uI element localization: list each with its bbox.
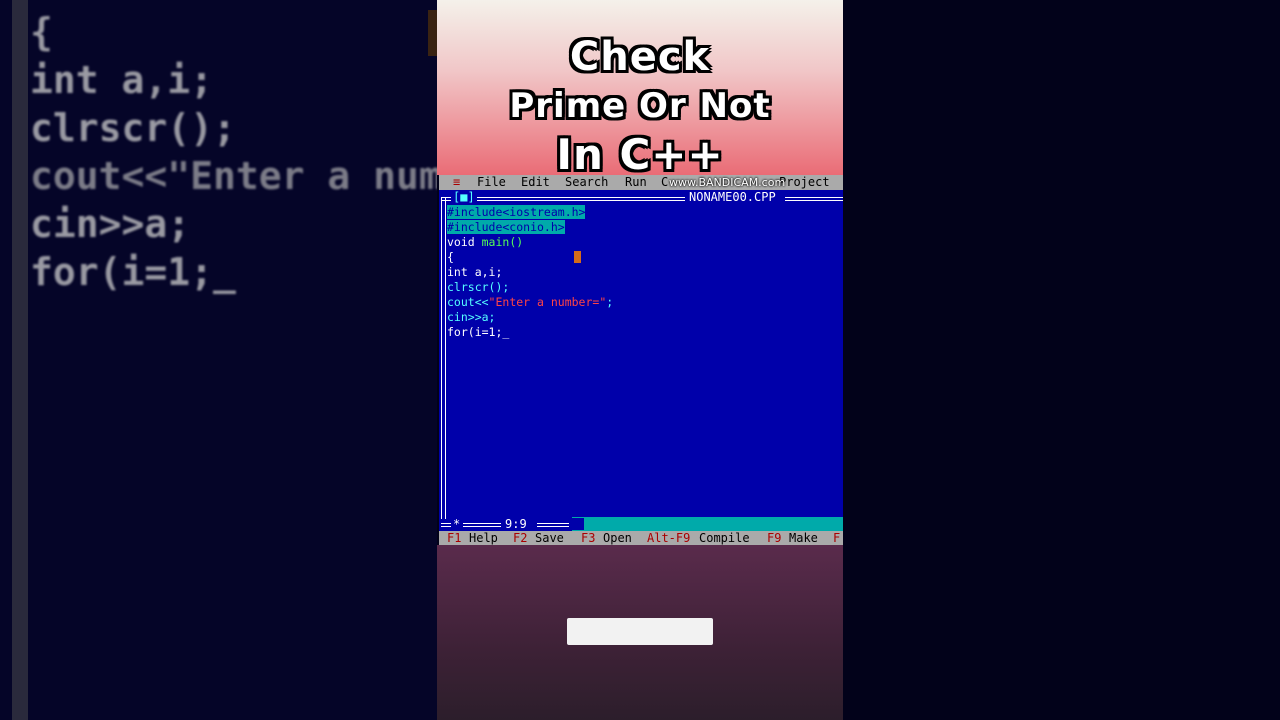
code-token: for(i=1;	[447, 325, 503, 339]
fkey-alt-f9[interactable]: Alt-F9	[647, 531, 690, 545]
fkey-f2[interactable]: F2	[513, 531, 527, 545]
close-box-icon[interactable]: [■]	[453, 190, 475, 205]
code-token: main()	[481, 235, 524, 249]
fkey-help[interactable]: Help	[469, 531, 498, 545]
code-token: cout<<	[447, 295, 489, 309]
fkey-compile[interactable]: Compile	[699, 531, 750, 545]
code-line[interactable]: cin>>a;	[447, 310, 837, 325]
backdrop-code-line: {	[30, 10, 53, 54]
menu-search[interactable]: Search	[565, 175, 608, 190]
code-token: #include<iostream.h>	[447, 205, 586, 219]
code-editor[interactable]: #include<iostream.h> #include<conio.h> voi…	[447, 205, 837, 340]
video-frame: Check Prime Or Not In C++ ≡ File Edit Se…	[437, 0, 843, 720]
code-token: {	[447, 250, 454, 264]
menu-run[interactable]: Run	[625, 175, 647, 190]
modified-star: *	[453, 517, 461, 531]
horizontal-scrollbar[interactable]	[572, 517, 843, 531]
code-line[interactable]: {	[447, 250, 837, 265]
title-border	[477, 197, 685, 201]
code-line[interactable]: cout<<"Enter a number=";	[447, 295, 837, 310]
code-token: int a,i;	[447, 265, 503, 279]
menu-project[interactable]: Project	[779, 175, 830, 190]
backdrop-code-line: clrscr();	[30, 106, 236, 150]
blurred-backdrop: { int a,i; clrscr(); cout<<"Enter a num …	[0, 0, 437, 720]
system-menu-icon[interactable]: ≡	[453, 175, 460, 190]
backdrop-code-line: int a,i;	[30, 58, 214, 102]
editor-left-border	[441, 197, 446, 519]
code-line[interactable]: int a,i;	[447, 265, 837, 280]
headline-line-3: In C++	[556, 130, 724, 179]
code-line[interactable]: clrscr();	[447, 280, 837, 295]
fkey-f9[interactable]: F9	[767, 531, 781, 545]
backdrop-accent	[428, 10, 437, 56]
code-token: _	[502, 325, 510, 339]
fkey-more[interactable]: F	[833, 531, 840, 545]
editor-title-bar: [■] NONAME00.CPP	[439, 190, 843, 205]
backdrop-code-line: for(i=1;_	[30, 250, 236, 294]
fkey-f3[interactable]: F3	[581, 531, 595, 545]
mouse-cursor-block	[574, 251, 581, 263]
backdrop-stripe	[12, 0, 28, 720]
code-token: clrscr();	[447, 280, 510, 294]
headline-line-1: Check	[569, 34, 711, 80]
menu-edit[interactable]: Edit	[521, 175, 550, 190]
status-border	[463, 523, 501, 527]
fkey-f1[interactable]: F1	[447, 531, 461, 545]
code-token: #include<conio.h>	[447, 220, 565, 234]
code-line[interactable]: #include<conio.h>	[447, 220, 837, 235]
menu-file[interactable]: File	[477, 175, 506, 190]
menu-compile[interactable]: C	[661, 175, 668, 190]
code-token: cin>>a;	[447, 310, 496, 324]
code-line[interactable]: #include<iostream.h>	[447, 205, 837, 220]
bottom-panel	[437, 545, 843, 720]
cursor-position: 9:9	[505, 517, 527, 531]
recorder-watermark: www.BANDICAM.com	[669, 176, 786, 189]
fkey-make[interactable]: Make	[789, 531, 818, 545]
white-bar	[567, 618, 713, 645]
file-name: NONAME00.CPP	[689, 190, 776, 204]
scroll-thumb[interactable]	[572, 518, 584, 530]
backdrop-code-line: cout<<"Enter a num	[30, 154, 437, 198]
title-border	[785, 197, 843, 201]
turbo-cpp-ide: ≡ File Edit Search Run C Project [■] NON…	[439, 175, 843, 545]
code-token: ;	[606, 295, 614, 309]
fkey-open[interactable]: Open	[603, 531, 632, 545]
code-token: void	[447, 235, 482, 249]
backdrop-code-line: cin>>a;	[30, 202, 191, 246]
code-token: "Enter a number="	[488, 295, 607, 309]
headline-line-2: Prime Or Not	[509, 86, 771, 126]
fkey-save[interactable]: Save	[535, 531, 564, 545]
editor-status-bar: * 9:9	[439, 517, 843, 531]
status-border	[441, 523, 451, 527]
status-border	[537, 523, 569, 527]
code-line[interactable]: void main()	[447, 235, 837, 250]
right-backdrop	[843, 0, 1280, 720]
function-key-bar: F1 Help F2 Save F3 Open Alt-F9 Compile F…	[439, 531, 843, 545]
code-line[interactable]: for(i=1;_	[447, 325, 837, 340]
